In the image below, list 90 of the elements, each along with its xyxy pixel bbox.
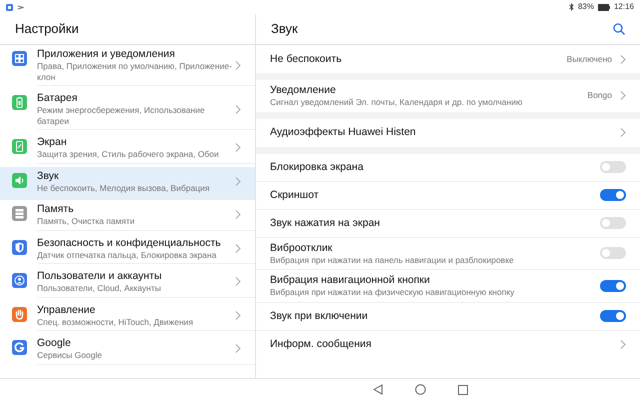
bluetooth-icon <box>568 3 574 11</box>
toggle-switch[interactable] <box>600 310 626 322</box>
item-subtitle: Защита зрения, Стиль рабочего экрана, Обои <box>37 149 220 160</box>
grid-icon <box>12 51 27 66</box>
chevron-icon <box>235 310 241 320</box>
chevron-icon <box>235 60 241 70</box>
item-subtitle: Пользователи, Cloud, Аккаунты <box>37 283 162 294</box>
chevron-icon <box>235 344 241 354</box>
settings-item[interactable]: Батарея Режим энергосбережения, Использование батареи <box>0 89 255 133</box>
item-title: Безопасность и конфиденциальность <box>37 236 222 250</box>
battery-icon <box>12 95 27 110</box>
item-subtitle: Права, Приложения по умолчанию, Приложение-клон <box>37 61 233 82</box>
row-title: Звук при включении <box>270 310 369 322</box>
settings-item[interactable]: Google Сервисы Google <box>0 334 255 368</box>
settings-row[interactable]: Вибрация навигационной кнопки Вибрация при нажатии на физическую навигационную кнопку <box>256 270 640 302</box>
recents-icon[interactable] <box>458 384 468 394</box>
settings-row[interactable]: Информ. сообщения <box>256 330 640 358</box>
phone-icon <box>12 139 27 154</box>
row-title: Блокировка экрана <box>270 160 364 174</box>
search-icon[interactable] <box>613 23 625 35</box>
person-icon <box>12 273 27 288</box>
settings-item[interactable]: Безопасность и конфиденциальность Датчик отпечатка пальца, Блокировка экрана <box>0 234 255 267</box>
row-title: Аудиоэффекты Huawei Histen <box>270 126 417 139</box>
row-title: Скриншот <box>270 188 320 202</box>
item-title: Приложения и уведомления <box>37 48 176 61</box>
item-subtitle: Спец. возможности, HiTouch, Движения <box>37 316 194 327</box>
chevron-icon <box>235 104 241 114</box>
settings-row[interactable]: Аудиоэффекты Huawei Histen <box>256 118 640 146</box>
item-title: Память <box>37 203 75 216</box>
storage-icon <box>12 206 27 221</box>
settings-row[interactable]: Уведомление Сигнал уведомлений Эл. почты, Календаря и др. по умолчанию Bongo <box>256 80 640 112</box>
chevron-icon <box>620 340 626 349</box>
chevron-icon <box>235 210 241 220</box>
chevron-icon <box>620 91 626 100</box>
hand-icon <box>12 306 27 322</box>
row-title: Звук нажатия на экран <box>270 216 381 230</box>
item-title: Пользователи и аккаунты <box>37 270 163 283</box>
toggle-switch[interactable] <box>600 217 626 229</box>
row-title: Уведомление <box>270 84 337 97</box>
battery-icon <box>598 4 610 10</box>
item-title: Звук <box>37 170 60 182</box>
chevron-icon <box>620 54 626 64</box>
item-title: Экран <box>37 136 68 149</box>
toggle-switch[interactable] <box>600 161 626 173</box>
battery-percent: 83% <box>578 1 594 13</box>
settings-row[interactable]: Виброотклик Вибрация при нажатии на панель навигации и разблокировке <box>256 238 640 270</box>
row-title: Информ. сообщения <box>270 338 372 351</box>
settings-item[interactable]: Память Память, Очистка памяти <box>0 200 255 234</box>
item-subtitle: Не беспокоить, Мелодия вызова, Вибрация <box>37 182 211 193</box>
item-title: Батарея <box>37 92 78 105</box>
settings-row[interactable]: Блокировка экрана <box>256 154 640 182</box>
row-subtitle: Вибрация при нажатии на физическую навигационную кнопку <box>270 287 516 298</box>
item-title: Google <box>37 337 72 350</box>
clock: 12:16 <box>614 1 634 13</box>
page-title: Звук <box>271 20 298 38</box>
home-icon[interactable] <box>414 384 426 395</box>
item-subtitle: Сервисы Google <box>37 350 103 360</box>
item-subtitle: Режим энергосбережения, Использование батареи <box>37 105 206 126</box>
chevron-icon <box>235 143 241 152</box>
toggle-switch[interactable] <box>600 247 626 260</box>
row-subtitle: Вибрация при нажатии на панель навигации и разблокировке <box>270 254 515 265</box>
settings-item[interactable]: Приложения и уведомления Права, Приложения по умолчанию, Приложение-клон <box>0 45 255 89</box>
toggle-switch[interactable] <box>600 189 626 201</box>
g-logo-icon <box>12 340 27 355</box>
chevron-icon <box>235 277 241 286</box>
row-title: Вибрация навигационной кнопки <box>270 274 431 287</box>
settings-row[interactable]: Не беспокоить Выключено <box>256 45 640 73</box>
chevron-icon <box>235 244 241 253</box>
chevron-icon <box>235 176 241 186</box>
page-title: Настройки <box>15 20 79 38</box>
toggle-switch[interactable] <box>600 280 626 292</box>
item-title: Управление <box>37 304 96 316</box>
settings-item[interactable]: Управление Спец. возможности, HiTouch, Движения <box>0 300 255 334</box>
settings-item[interactable]: Экран Защита зрения, Стиль рабочего экрана, Обои <box>0 133 255 166</box>
speaker-icon <box>12 172 27 188</box>
row-subtitle: Сигнал уведомлений Эл. почты, Календаря и др. по умолчанию <box>270 97 524 108</box>
row-value: Выключено <box>566 52 612 66</box>
shield-icon <box>12 240 27 254</box>
row-title: Виброотклик <box>270 242 334 254</box>
settings-row[interactable]: Звук нажатия на экран <box>256 210 640 238</box>
settings-row[interactable]: Звук при включении <box>256 302 640 330</box>
settings-row[interactable]: Скриншот <box>256 182 640 210</box>
chevron-icon <box>620 128 626 137</box>
item-subtitle: Датчик отпечатка пальца, Блокировка экрана <box>37 250 218 260</box>
item-subtitle: Память, Очистка памяти <box>37 216 136 226</box>
back-icon[interactable] <box>372 384 382 395</box>
row-value: Bongo <box>587 89 612 102</box>
row-title: Не беспокоить <box>270 52 343 66</box>
settings-item[interactable]: Звук Не беспокоить, Мелодия вызова, Вибрация <box>0 166 255 200</box>
settings-item[interactable]: Пользователи и аккаунты Пользователи, Cloud, Аккаунты <box>0 267 255 300</box>
